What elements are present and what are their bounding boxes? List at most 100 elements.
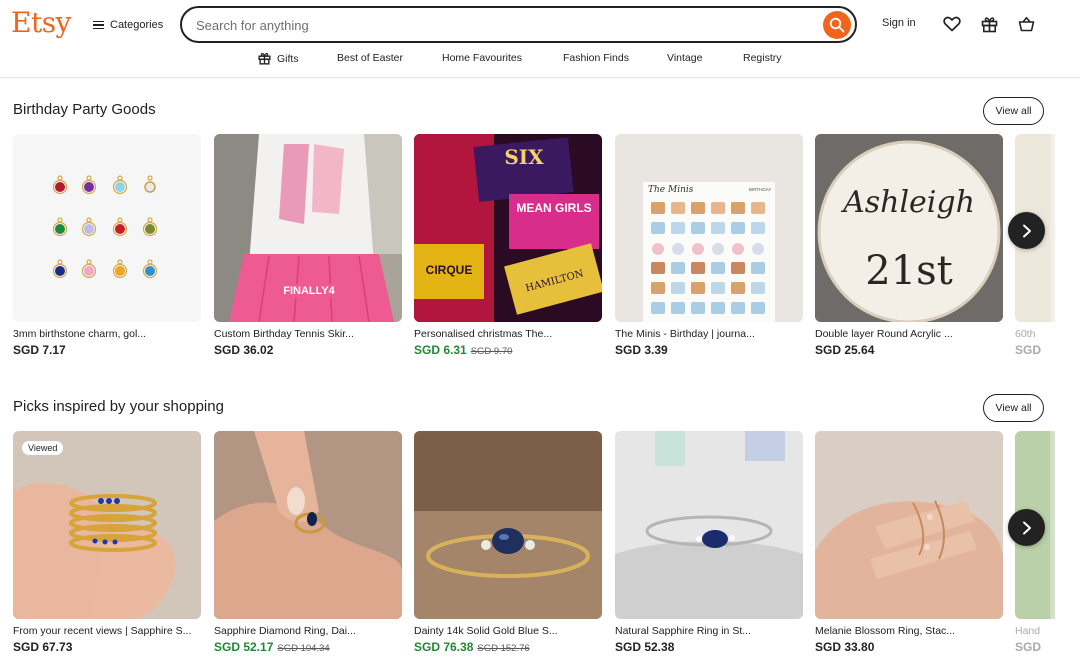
nav-item-home-favourites[interactable]: Home Favourites — [442, 52, 522, 64]
product-title[interactable]: Double layer Round Acrylic ... — [815, 328, 1003, 340]
product-image[interactable] — [815, 431, 1003, 619]
sapphire-stack-rings-image — [13, 431, 201, 619]
gift-icon — [258, 52, 271, 65]
favorites-button[interactable] — [942, 14, 962, 34]
product-title[interactable]: 3mm birthstone charm, gol... — [13, 328, 201, 340]
nav-label: Best of Easter — [337, 52, 403, 64]
product-price: SGD 52.38 — [615, 640, 675, 654]
carousel-fade — [1050, 431, 1080, 664]
acrylic-sign-image: Ashleigh 21st — [815, 134, 1003, 322]
product-title[interactable]: Natural Sapphire Ring in St... — [615, 625, 803, 637]
original-price: SGD 152.76 — [477, 643, 530, 654]
product-card[interactable]: The Minis BIRTHDAY The Minis - Birthday … — [615, 134, 803, 357]
nav-label: Gifts — [277, 52, 299, 65]
product-image[interactable] — [13, 134, 201, 322]
sale-price: SGD 76.38 — [414, 640, 474, 654]
product-card[interactable]: FINALLY4 Custom Birthday Tennis Skir... … — [214, 134, 402, 357]
product-title[interactable]: From your recent views | Sapphire S... — [13, 625, 201, 637]
nav-item-registry[interactable]: Registry — [743, 52, 782, 64]
section-title-birthday: Birthday Party Goods — [13, 101, 156, 118]
nav-label: Home Favourites — [442, 52, 522, 64]
product-card[interactable]: Natural Sapphire Ring in St... SGD 52.38 — [615, 431, 803, 654]
nav-item-gifts[interactable]: Gifts — [258, 52, 299, 65]
view-all-button[interactable]: View all — [983, 97, 1044, 125]
product-price: SGD — [1015, 640, 1042, 654]
product-card[interactable]: Dainty 14k Solid Gold Blue S... SGD 76.3… — [414, 431, 602, 654]
categories-button[interactable]: Categories — [93, 16, 163, 34]
nav-label: Vintage — [667, 52, 703, 64]
product-price: SGD 52.17 SGD 104.34 — [214, 640, 402, 654]
chevron-right-icon — [1022, 521, 1031, 534]
birthday-stickers-image: The Minis BIRTHDAY — [615, 134, 803, 322]
gift-icon — [981, 16, 997, 32]
product-card[interactable]: Ashleigh 21st Double layer Round Acrylic… — [815, 134, 1003, 357]
product-price: SGD 25.64 — [815, 343, 875, 357]
product-price: SGD 33.80 — [815, 640, 875, 654]
sign-in-link[interactable]: Sign in — [882, 17, 916, 29]
product-image[interactable]: The Minis BIRTHDAY — [615, 134, 803, 322]
categories-label: Categories — [110, 19, 164, 31]
product-price: SGD 36.02 — [214, 343, 274, 357]
sale-price: SGD 52.17 — [214, 640, 274, 654]
chevron-right-icon — [1022, 224, 1031, 237]
etsy-logo[interactable]: Etsy — [11, 6, 71, 39]
product-title[interactable]: Melanie Blossom Ring, Stac... — [815, 625, 1003, 637]
product-card[interactable]: Viewed From your recent views | Sapphire… — [13, 431, 201, 654]
carousel-next-button[interactable] — [1008, 509, 1045, 546]
birthstone-charms-image — [52, 175, 158, 279]
product-card[interactable]: 3mm birthstone charm, gol... SGD 7.17 — [13, 134, 201, 357]
product-price: SGD 76.38 SGD 152.76 — [414, 640, 602, 654]
product-image[interactable]: Viewed — [13, 431, 201, 619]
original-price: SGD 9.70 — [470, 346, 513, 357]
gold-sapphire-ring-image — [414, 431, 602, 619]
sale-price: SGD 6.31 — [414, 343, 467, 357]
product-card[interactable]: Sapphire Diamond Ring, Dai... SGD 52.17 S… — [214, 431, 402, 654]
product-title[interactable]: Personalised christmas The... — [414, 328, 602, 340]
search-input[interactable] — [196, 15, 816, 35]
nav-label: Registry — [743, 52, 782, 64]
product-title[interactable]: Sapphire Diamond Ring, Dai... — [214, 625, 402, 637]
sign-age-text: 21st — [865, 248, 953, 294]
product-card[interactable]: SIX MEAN GIRLS CIRQUE HAMILTON Personali… — [414, 134, 602, 357]
viewed-badge: Viewed — [22, 441, 64, 455]
tennis-skirt-image: FINALLY4 — [214, 134, 402, 322]
heart-icon — [943, 16, 961, 32]
search-button[interactable] — [823, 11, 851, 39]
product-image[interactable]: Ashleigh 21st — [815, 134, 1003, 322]
product-image[interactable] — [214, 431, 402, 619]
nav-item-best-of-easter[interactable]: Best of Easter — [337, 52, 403, 64]
skirt-print-text: FINALLY4 — [283, 285, 335, 297]
cart-button[interactable] — [1016, 14, 1036, 34]
product-price: SGD 3.39 — [615, 343, 668, 357]
view-all-button[interactable]: View all — [983, 394, 1044, 422]
sticker-sheet-tag: BIRTHDAY — [749, 187, 771, 192]
search-bar — [180, 6, 857, 43]
product-title[interactable]: Dainty 14k Solid Gold Blue S... — [414, 625, 602, 637]
sticker-sheet-header: The Minis — [648, 185, 694, 195]
category-nav: Gifts Best of Easter Home Favourites Fas… — [0, 52, 1080, 68]
product-image[interactable]: SIX MEAN GIRLS CIRQUE HAMILTON — [414, 134, 602, 322]
product-image[interactable] — [615, 431, 803, 619]
product-title[interactable]: Custom Birthday Tennis Skir... — [214, 328, 402, 340]
theatre-vouchers-image: SIX MEAN GIRLS CIRQUE HAMILTON — [414, 134, 602, 322]
product-title[interactable]: The Minis - Birthday | journa... — [615, 328, 803, 340]
nav-item-fashion-finds[interactable]: Fashion Finds — [563, 52, 629, 64]
product-price: SGD 67.73 — [13, 640, 73, 654]
nav-item-vintage[interactable]: Vintage — [667, 52, 702, 64]
original-price: SGD 104.34 — [277, 643, 330, 654]
product-price: SGD 7.17 — [13, 343, 66, 357]
product-title[interactable]: Hand — [1015, 625, 1055, 637]
gifts-button[interactable] — [979, 14, 999, 34]
carousel-next-button[interactable] — [1008, 212, 1045, 249]
voucher-title-cirque: CIRQUE — [426, 263, 473, 277]
nav-label: Fashion Finds — [563, 52, 629, 64]
product-title[interactable]: 60th — [1015, 328, 1055, 340]
carousel-fade — [1050, 134, 1080, 359]
product-image[interactable]: FINALLY4 — [214, 134, 402, 322]
sapphire-diamond-ring-image — [214, 431, 402, 619]
search-icon — [829, 17, 845, 33]
section-title-picks: Picks inspired by your shopping — [13, 398, 224, 415]
product-image[interactable] — [414, 431, 602, 619]
product-price: SGD 6.31 SGD 9.70 — [414, 343, 602, 357]
product-card[interactable]: Melanie Blossom Ring, Stac... SGD 33.80 — [815, 431, 1003, 654]
